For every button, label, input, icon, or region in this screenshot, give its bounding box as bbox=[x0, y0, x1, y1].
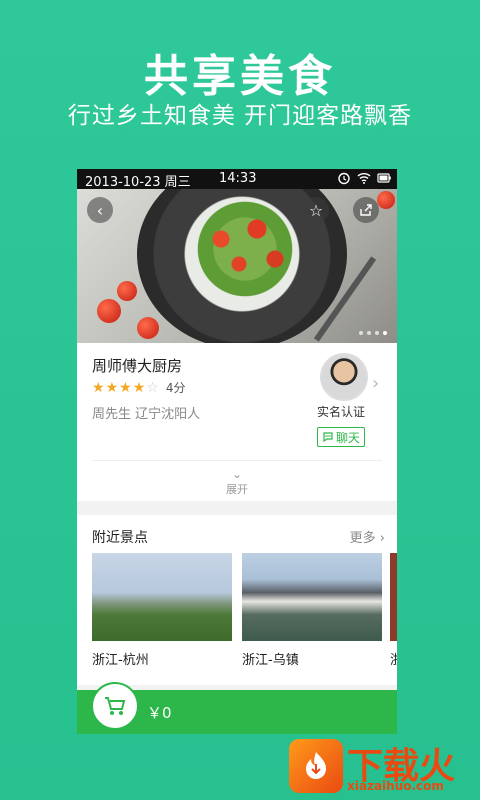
attraction-caption: 浙 bbox=[390, 653, 397, 668]
star-outline-icon: ☆ bbox=[308, 200, 324, 220]
back-button[interactable]: ‹ bbox=[87, 197, 113, 223]
alarm-icon bbox=[338, 172, 350, 185]
attraction-image-partial[interactable] bbox=[390, 553, 397, 641]
chat-button[interactable]: 聊天 bbox=[317, 427, 366, 447]
rating-stars: ★ ★ ★ ★ ☆ 4分 bbox=[92, 379, 185, 396]
nearby-attractions-section: 附近景点 更多 › 浙江-杭州 浙江-乌镇 浙 bbox=[77, 515, 397, 685]
watermark-site: xiazaihuo.com bbox=[347, 779, 444, 793]
carousel-dot[interactable] bbox=[359, 331, 363, 335]
chef-avatar[interactable] bbox=[320, 353, 368, 401]
watermark-logo bbox=[289, 739, 343, 793]
status-icons bbox=[337, 171, 391, 185]
share-button[interactable] bbox=[353, 197, 379, 223]
carousel-dot[interactable] bbox=[375, 331, 379, 335]
tomato-graphic bbox=[117, 281, 137, 301]
attraction-caption: 浙江-杭州 bbox=[92, 653, 149, 668]
star-filled-icon: ★ bbox=[105, 379, 119, 396]
phone-screen: 2013-10-23 周三 14:33 ‹ ☆ 周师傅大厨房 ★ ★ ★ ★ ☆… bbox=[77, 169, 397, 734]
attraction-image-hangzhou[interactable] bbox=[92, 553, 232, 641]
tomato-graphic bbox=[97, 299, 121, 323]
chat-label: 聊天 bbox=[336, 430, 361, 445]
carousel-indicator[interactable] bbox=[359, 331, 387, 335]
cart-icon bbox=[105, 697, 126, 715]
salad-graphic bbox=[185, 199, 305, 299]
rating-text: 4分 bbox=[165, 381, 186, 395]
star-filled-icon: ★ bbox=[92, 379, 105, 396]
star-empty-icon: ☆ bbox=[146, 379, 159, 396]
back-icon: ‹ bbox=[96, 200, 104, 220]
attraction-image-wuzhen[interactable] bbox=[242, 553, 382, 641]
favorite-button[interactable]: ☆ bbox=[303, 197, 329, 223]
section-title: 附近景点 bbox=[92, 530, 148, 546]
chevron-right-icon: › bbox=[379, 531, 385, 546]
chef-name[interactable]: 周师傅大厨房 bbox=[92, 355, 182, 376]
star-filled-icon: ★ bbox=[132, 379, 146, 396]
attraction-caption: 浙江-乌镇 bbox=[242, 653, 299, 668]
status-date: 2013-10-23 周三 bbox=[85, 175, 191, 190]
verified-label: 实名认证 bbox=[317, 405, 366, 419]
watermark: 下载火 xiazaihuo.com bbox=[285, 735, 480, 800]
promo-subheadline: 行过乡土知食美 开门迎客路飘香 bbox=[67, 103, 413, 129]
star-filled-icon: ★ bbox=[119, 379, 132, 396]
tomato-graphic bbox=[137, 317, 159, 339]
tomato-graphic bbox=[377, 191, 395, 209]
chef-card: 周师傅大厨房 ★ ★ ★ ★ ☆ 4分 周先生 辽宁沈阳人 › 实名认证 聊天 ⌄ 展开 bbox=[77, 343, 397, 501]
chef-meta: 周先生 辽宁沈阳人 bbox=[92, 407, 201, 422]
chevron-down-icon: ⌄ bbox=[231, 467, 243, 481]
cart-bar: ￥0 bbox=[77, 682, 397, 734]
expand-label: 展开 bbox=[226, 483, 248, 496]
battery-icon bbox=[377, 173, 391, 183]
cart-button[interactable] bbox=[91, 682, 139, 730]
expand-button[interactable]: ⌄ 展开 bbox=[77, 467, 397, 497]
promo-headline: 共享美食 bbox=[144, 51, 336, 102]
food-hero-image[interactable]: ‹ ☆ bbox=[77, 189, 397, 343]
status-bar: 2013-10-23 周三 14:33 bbox=[77, 169, 397, 190]
more-link[interactable]: 更多 › bbox=[350, 527, 385, 546]
download-flame-icon bbox=[306, 752, 326, 779]
chevron-right-icon[interactable]: › bbox=[372, 373, 379, 394]
more-label: 更多 bbox=[349, 531, 376, 546]
cart-total: ￥0 bbox=[147, 704, 172, 722]
chat-bubble-icon bbox=[323, 432, 333, 443]
share-icon bbox=[360, 204, 372, 216]
carousel-dot[interactable] bbox=[367, 331, 371, 335]
wifi-icon bbox=[357, 173, 371, 184]
divider bbox=[92, 460, 382, 461]
status-time: 14:33 bbox=[219, 171, 257, 186]
carousel-dot[interactable] bbox=[383, 331, 387, 335]
